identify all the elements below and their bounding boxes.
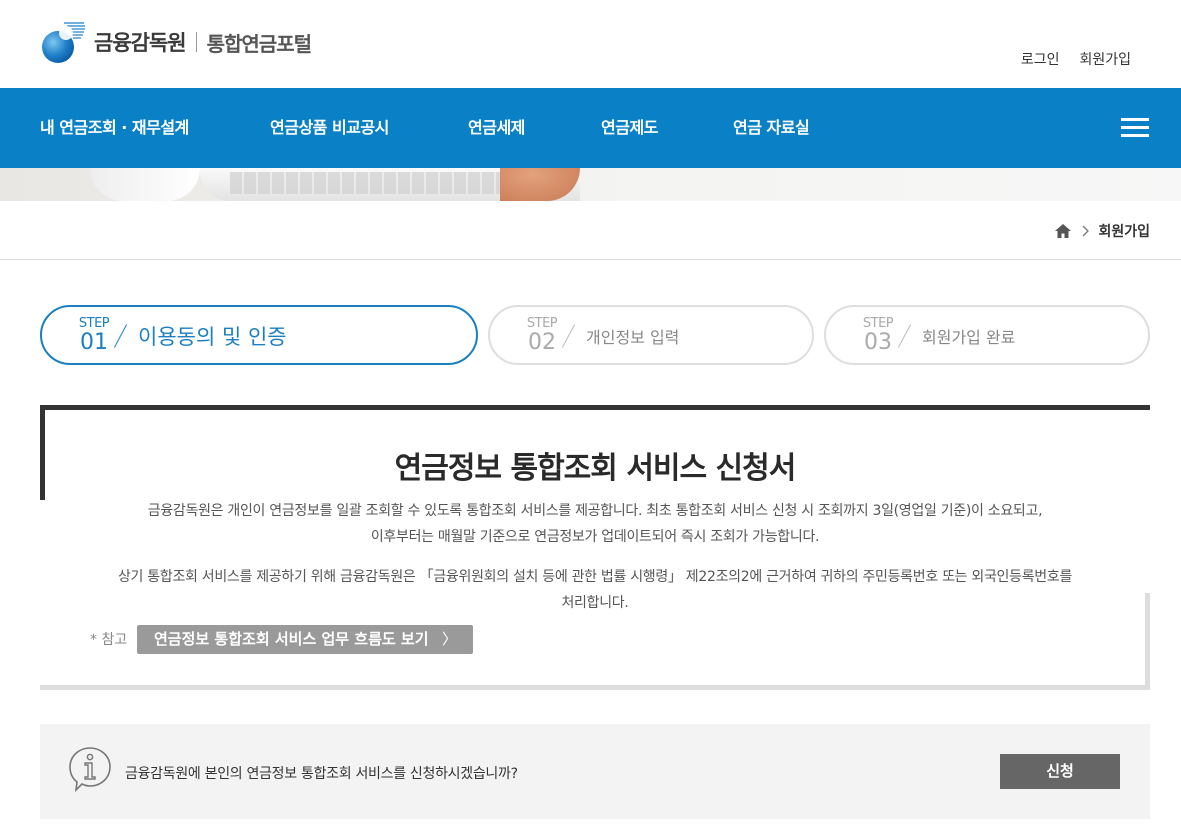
step-label: 개인정보 입력 bbox=[586, 328, 680, 347]
confirm-question: 금융감독원에 본인의 연금정보 통합조회 서비스를 신청하시겠습니까? bbox=[125, 766, 518, 782]
confirm-panel: 금융감독원에 본인의 연금정보 통합조회 서비스를 신청하시겠습니까? 신청 bbox=[40, 724, 1150, 819]
box-right-border bbox=[1145, 593, 1150, 690]
nav-item-my-pension[interactable]: 내 연금조회 · 재무설계 bbox=[40, 88, 189, 168]
step-number: STEP 01 bbox=[78, 316, 110, 355]
nav-item-product-compare[interactable]: 연금상품 비교공시 bbox=[270, 88, 389, 168]
box-bottom-border bbox=[40, 685, 1150, 690]
logo-service-name: 통합연금포털 bbox=[206, 31, 312, 56]
fss-logo-icon bbox=[42, 22, 85, 63]
chevron-right-icon bbox=[1083, 225, 1090, 237]
application-box: 연금정보 통합조회 서비스 신청서 금융감독원은 개인이 연금정보를 일괄 조회… bbox=[40, 405, 1150, 690]
chevron-right-icon: 〉 bbox=[441, 630, 457, 648]
site-header: 금융감독원 통합연금포털 로그인 회원가입 bbox=[0, 0, 1181, 88]
box-top-border bbox=[40, 405, 1150, 410]
login-link[interactable]: 로그인 bbox=[1021, 49, 1060, 69]
nav-item-tax[interactable]: 연금세제 bbox=[468, 88, 525, 168]
utility-links: 로그인 회원가입 bbox=[1021, 49, 1131, 69]
apply-button[interactable]: 신청 bbox=[1000, 754, 1120, 789]
step-divider bbox=[897, 324, 912, 348]
site-logo[interactable]: 금융감독원 통합연금포털 bbox=[40, 18, 312, 66]
menu-icon[interactable] bbox=[1121, 118, 1149, 138]
breadcrumb: 회원가입 bbox=[1054, 221, 1150, 241]
main-nav: 내 연금조회 · 재무설계 연금상품 비교공시 연금세제 연금제도 연금 자료실 bbox=[0, 88, 1181, 168]
step-03: STEP 03 회원가입 완료 bbox=[824, 305, 1150, 365]
hero-banner-image bbox=[0, 168, 1181, 201]
nav-item-library[interactable]: 연금 자료실 bbox=[733, 88, 810, 168]
service-description-line-1: 금융감독원은 개인이 연금정보를 일괄 조회할 수 있도록 통합조회 서비스를 … bbox=[147, 503, 1043, 519]
signup-link[interactable]: 회원가입 bbox=[1079, 49, 1131, 69]
step-01: STEP 01 이용동의 및 인증 bbox=[40, 305, 478, 365]
reference-label: * 참고 bbox=[90, 632, 128, 648]
step-divider bbox=[561, 324, 576, 348]
breadcrumb-bar: 회원가입 bbox=[0, 201, 1181, 260]
service-description-line-2: 이후부터는 매월말 기준으로 연금정보가 업데이트되어 즉시 조회가 가능합니다… bbox=[370, 529, 820, 545]
step-label: 회원가입 완료 bbox=[922, 328, 1016, 347]
application-title: 연금정보 통합조회 서비스 신청서 bbox=[394, 451, 797, 486]
breadcrumb-current: 회원가입 bbox=[1098, 224, 1150, 240]
info-icon bbox=[69, 747, 111, 792]
home-icon[interactable] bbox=[1054, 223, 1072, 239]
step-number: STEP 03 bbox=[862, 316, 894, 355]
view-flowchart-label: 연금정보 통합조회 서비스 업무 흐름도 보기 bbox=[154, 630, 429, 648]
view-flowchart-button[interactable]: 연금정보 통합조회 서비스 업무 흐름도 보기 〉 bbox=[137, 625, 473, 654]
legal-notice-line-2: 처리합니다. bbox=[561, 595, 629, 611]
nav-item-system[interactable]: 연금제도 bbox=[601, 88, 658, 168]
step-number: STEP 02 bbox=[526, 316, 558, 355]
step-label: 이용동의 및 인증 bbox=[138, 325, 287, 349]
logo-org-name: 금융감독원 bbox=[94, 31, 187, 55]
logo-divider bbox=[195, 32, 197, 52]
legal-notice-line-1: 상기 통합조회 서비스를 제공하기 위해 금융감독원은 「금융위원회의 설치 등… bbox=[117, 569, 1073, 585]
step-divider bbox=[113, 324, 128, 348]
step-02: STEP 02 개인정보 입력 bbox=[488, 305, 814, 365]
